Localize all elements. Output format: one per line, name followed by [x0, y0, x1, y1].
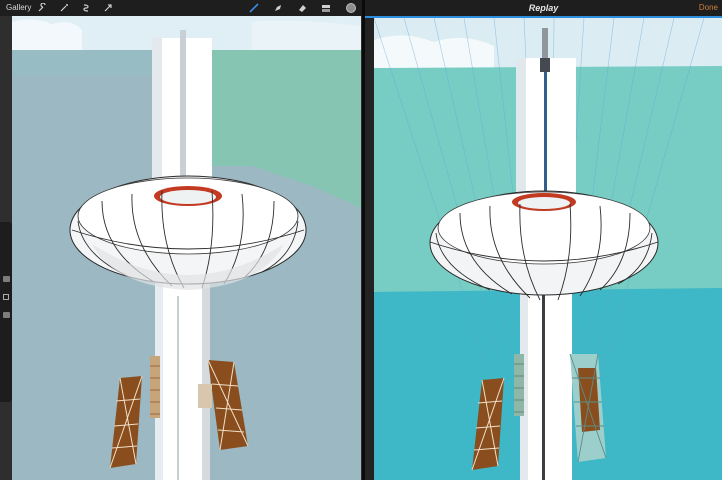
done-button[interactable]: Done	[699, 3, 718, 12]
replay-toolbar: Replay Done	[365, 0, 722, 16]
magic-wand-icon[interactable]	[58, 2, 70, 14]
replay-artwork	[374, 18, 722, 480]
transform-icon[interactable]	[102, 2, 114, 14]
opacity-slider[interactable]	[3, 312, 10, 318]
replay-title: Replay	[528, 3, 559, 13]
modify-button[interactable]	[3, 294, 9, 300]
replay-panel: Replay Done	[365, 0, 722, 480]
eraser-icon[interactable]	[296, 2, 308, 14]
brush-icon[interactable]	[248, 2, 260, 14]
sidebar-panel	[0, 222, 12, 402]
replay-canvas[interactable]	[374, 18, 722, 480]
selection-icon[interactable]	[80, 2, 92, 14]
procreate-canvas-panel: Gallery	[0, 0, 362, 480]
wrench-icon[interactable]	[36, 2, 48, 14]
smudge-icon[interactable]	[272, 2, 284, 14]
scaffold-center	[150, 356, 160, 418]
gallery-button[interactable]: Gallery	[6, 3, 31, 12]
top-toolbar: Gallery	[0, 0, 362, 16]
brush-size-slider[interactable]	[3, 276, 10, 282]
layers-icon[interactable]	[320, 2, 332, 14]
drawing-canvas[interactable]	[12, 16, 361, 480]
color-swatch[interactable]	[346, 3, 356, 13]
tower-artwork	[12, 16, 361, 480]
